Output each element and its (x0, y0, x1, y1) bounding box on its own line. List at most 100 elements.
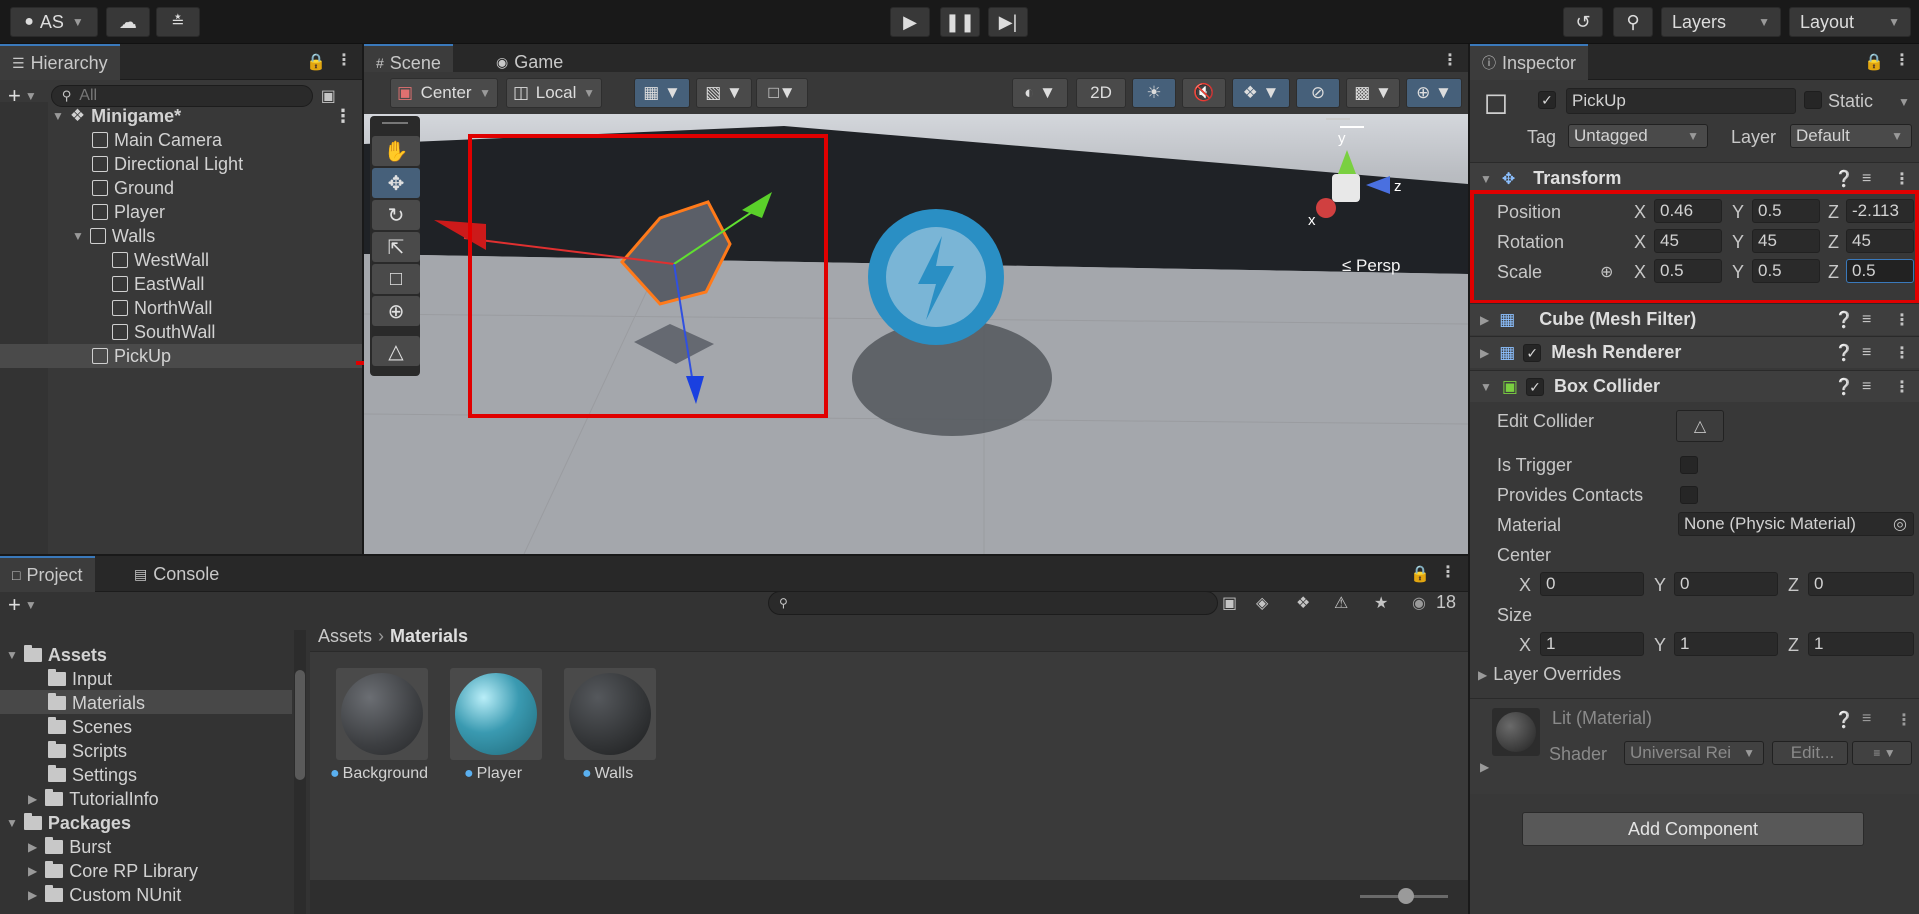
scene-search-icon[interactable]: ▣ (321, 86, 336, 106)
hand-tool[interactable]: ✋ (372, 136, 420, 166)
asset-player[interactable] (450, 668, 542, 760)
hierarchy-item[interactable]: SouthWall (0, 320, 362, 344)
more-icon[interactable]: ⋮ (1894, 343, 1910, 363)
asset-walls[interactable] (564, 668, 656, 760)
add-component-button[interactable]: Add Component (1522, 812, 1864, 846)
collab-button[interactable]: ≛ (156, 7, 200, 37)
physic-material-field[interactable]: None (Physic Material) ◎ (1678, 512, 1914, 536)
chevron-down-icon[interactable]: ▼ (1898, 95, 1910, 109)
object-picker-icon[interactable]: ◎ (1893, 514, 1907, 534)
effects-button[interactable]: ❖ ▼ (1232, 78, 1290, 108)
static-checkbox[interactable] (1804, 91, 1822, 109)
more-icon[interactable]: ⋮ (1894, 310, 1910, 330)
zoom-slider-handle[interactable] (1398, 888, 1414, 904)
layers-dropdown[interactable]: Layers ▼ (1661, 7, 1781, 37)
search-scope-icon[interactable]: ▣ (1222, 593, 1237, 613)
hierarchy-item[interactable]: Ground (0, 176, 362, 200)
object-name-field[interactable]: PickUp (1566, 88, 1796, 114)
tree-item[interactable]: ▶ Custom NUnit (28, 883, 181, 907)
provides-contacts-checkbox[interactable] (1680, 486, 1698, 504)
tree-item-assets[interactable]: ▼ Assets (6, 643, 107, 667)
space-dropdown[interactable]: ◫ Local ▼ (506, 78, 602, 108)
tree-item[interactable]: ▶ Burst (28, 835, 111, 859)
more-icon[interactable]: ⋮ (336, 50, 352, 70)
grid-snap-button[interactable]: ▦ ▼ (634, 78, 690, 108)
tree-item[interactable]: Input (48, 667, 112, 691)
rect-tool[interactable]: □ (372, 264, 420, 294)
history-button[interactable]: ↺ (1563, 7, 1603, 37)
hierarchy-item[interactable]: ▼ Walls (0, 224, 362, 248)
pivot-dropdown[interactable]: ▣ Center ▼ (390, 78, 498, 108)
mesh-filter-header[interactable]: ▶ ▦ Cube (Mesh Filter) ❔ ≡ ⋮ (1470, 303, 1919, 335)
size-y-field[interactable]: 1 (1674, 632, 1778, 656)
help-icon[interactable]: ❔ (1834, 343, 1854, 363)
breadcrumb-assets[interactable]: Assets (318, 626, 372, 647)
hierarchy-item-selected[interactable]: PickUp (0, 344, 362, 368)
help-icon[interactable]: ❔ (1834, 310, 1854, 330)
account-button[interactable]: ● AS ▼ (10, 7, 98, 37)
layer-overrides-foldout[interactable]: ▶ Layer Overrides (1478, 664, 1621, 685)
preset-icon[interactable]: ≡ (1862, 378, 1871, 396)
hierarchy-item[interactable]: Directional Light (0, 152, 362, 176)
star-icon[interactable]: ★ (1374, 593, 1388, 613)
shading-button[interactable]: ◐ ▼ (1012, 78, 1068, 108)
tab-console[interactable]: ▤ Console (122, 556, 231, 592)
center-x-field[interactable]: 0 (1540, 572, 1644, 596)
warning-icon[interactable]: ⚠ (1334, 593, 1348, 613)
tree-scrollbar[interactable] (294, 630, 306, 914)
tree-item-selected[interactable]: Materials (48, 691, 145, 715)
project-search-input[interactable]: ⚲ (768, 591, 1218, 615)
shader-options-dropdown[interactable]: ≡ ▼ (1852, 741, 1912, 765)
layer-dropdown[interactable]: Default ▼ (1790, 124, 1912, 148)
transform-tool[interactable]: ⊕ (372, 296, 420, 326)
hierarchy-item[interactable]: Main Camera (0, 128, 362, 152)
custom-tool[interactable]: △ (372, 336, 420, 366)
lock-icon[interactable]: 🔒 (306, 52, 326, 72)
center-y-field[interactable]: 0 (1674, 572, 1778, 596)
move-tool[interactable]: ✥ (372, 168, 420, 198)
shader-dropdown[interactable]: Universal Rei ▼ (1624, 741, 1764, 765)
more-icon[interactable]: ⋮ (1896, 710, 1912, 730)
cloud-button[interactable]: ☁ (106, 7, 150, 37)
tag-dropdown[interactable]: Untagged ▼ (1568, 124, 1708, 148)
help-icon[interactable]: ❔ (1834, 377, 1854, 397)
edit-shader-button[interactable]: Edit... (1772, 741, 1848, 765)
search-button[interactable]: ⚲ (1613, 7, 1653, 37)
more-icon[interactable]: ⋮ (1442, 50, 1458, 70)
increment-snap-button[interactable]: ▧ ▼ (696, 78, 752, 108)
camera-button[interactable]: ▩ ▼ (1346, 78, 1400, 108)
more-icon[interactable]: ⋮ (334, 106, 352, 127)
expand-icon[interactable]: ▶ (1480, 760, 1489, 774)
preset-icon[interactable]: ≡ (1862, 710, 1871, 728)
project-add[interactable]: + ▼ (8, 592, 37, 618)
box-collider-header[interactable]: ▼ ▣ ✓ Box Collider ❔ ≡ ⋮ (1470, 370, 1919, 402)
perspective-label[interactable]: ≤ Persp (1342, 256, 1400, 276)
tab-hierarchy[interactable]: ☰ Hierarchy (0, 44, 120, 80)
hierarchy-item[interactable]: WestWall (0, 248, 362, 272)
scale-tool[interactable]: ⇱ (372, 232, 420, 262)
scene-root-item[interactable]: ▼ ❖ Minigame* ⋮ (0, 104, 362, 128)
tab-inspector[interactable]: ⓘ Inspector (1470, 44, 1589, 80)
audio-button[interactable]: 🔇 (1182, 78, 1226, 108)
preset-icon[interactable]: ≡ (1862, 311, 1871, 329)
asset-background[interactable] (336, 668, 428, 760)
size-z-field[interactable]: 1 (1808, 632, 1914, 656)
hierarchy-item[interactable]: Player (0, 200, 362, 224)
2d-button[interactable]: 2D (1076, 78, 1126, 108)
hierarchy-item[interactable]: EastWall (0, 272, 362, 296)
lock-icon[interactable]: 🔒 (1864, 52, 1884, 72)
scene-viewport[interactable]: ✋ ✥ ↻ ⇱ □ ⊕ △ y z x ≤ Persp (364, 114, 1468, 554)
tree-item[interactable]: Scenes (48, 715, 132, 739)
hidden-packages-icon[interactable]: ◉ (1412, 593, 1426, 613)
label-icon[interactable]: ❖ (1296, 593, 1310, 613)
more-icon[interactable]: ⋮ (1894, 377, 1910, 397)
ruler-button[interactable]: □▼ (756, 78, 808, 108)
tree-item[interactable]: ▶ TutorialInfo (28, 787, 159, 811)
preset-icon[interactable]: ≡ (1862, 170, 1871, 188)
rotate-tool[interactable]: ↻ (372, 200, 420, 230)
help-icon[interactable]: ❔ (1834, 169, 1854, 189)
tree-item[interactable]: Settings (48, 763, 137, 787)
active-checkbox[interactable]: ✓ (1538, 91, 1556, 109)
tree-item-packages[interactable]: ▼ Packages (6, 811, 131, 835)
play-button[interactable]: ▶ (890, 7, 930, 37)
